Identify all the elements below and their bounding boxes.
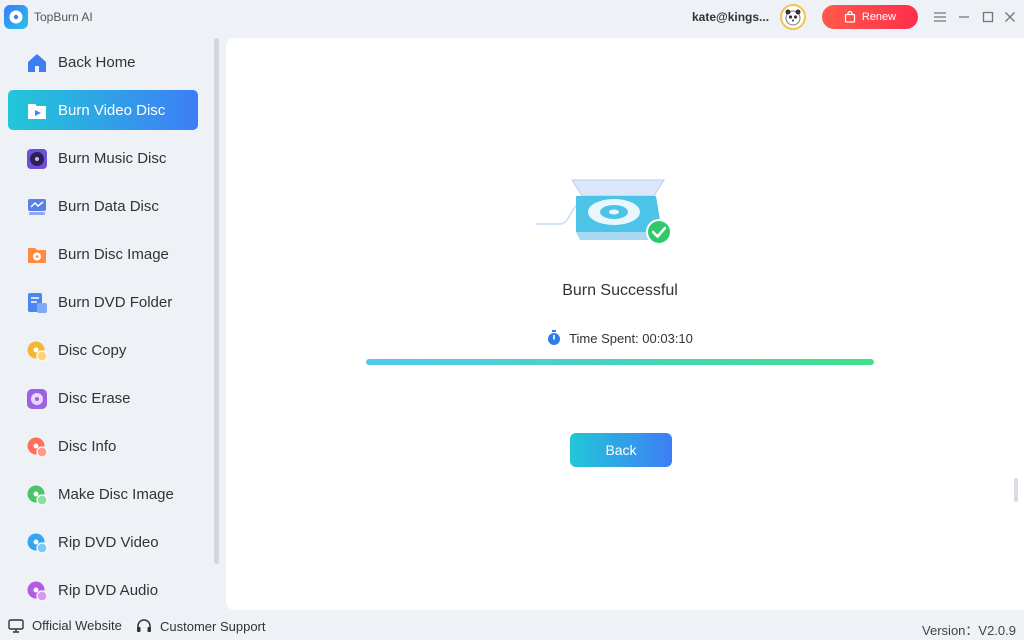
sidebar-item-burn-video-disc[interactable]: Burn Video Disc xyxy=(8,90,198,130)
main-panel: Burn Successful Time Spent: 00:03:10 Bac… xyxy=(226,38,1024,610)
title-bar: TopBurn AI kate@kings... Renew xyxy=(0,0,1024,34)
sidebar-item-label: Back Home xyxy=(58,54,136,71)
app-logo-icon xyxy=(4,5,28,29)
success-check-icon xyxy=(648,221,670,243)
avatar[interactable] xyxy=(780,4,806,30)
user-email[interactable]: kate@kings... xyxy=(692,10,769,24)
official-website-link[interactable]: Official Website xyxy=(8,618,122,633)
music-disc-icon xyxy=(27,149,47,169)
disc-erase-icon xyxy=(27,389,47,409)
stopwatch-icon xyxy=(548,330,561,345)
official-website-label: Official Website xyxy=(32,618,122,633)
sidebar-item-rip-dvd-video[interactable]: Rip DVD Video xyxy=(8,522,198,562)
sidebar-item-make-disc-image[interactable]: Make Disc Image xyxy=(8,474,198,514)
time-spent-row: Time Spent: 00:03:10 xyxy=(226,330,1014,346)
sidebar-scrollbar[interactable] xyxy=(214,38,219,564)
menu-icon[interactable] xyxy=(930,7,950,27)
sidebar-item-label: Burn Video Disc xyxy=(58,102,166,119)
sidebar-item-burn-music-disc[interactable]: Burn Music Disc xyxy=(8,138,198,178)
headset-icon xyxy=(137,619,151,632)
sidebar-item-burn-dvd-folder[interactable]: Burn DVD Folder xyxy=(8,282,198,322)
sidebar-item-burn-disc-image[interactable]: Burn Disc Image xyxy=(8,234,198,274)
time-spent-label: Time Spent: 00:03:10 xyxy=(569,330,693,346)
rip-dvd-video-icon xyxy=(27,533,48,554)
sidebar: Back Home Burn Video Disc Burn Music Dis… xyxy=(0,36,222,610)
make-disc-image-icon xyxy=(27,485,48,506)
dvd-folder-icon xyxy=(28,293,47,313)
monitor-icon xyxy=(8,618,24,633)
back-button[interactable]: Back xyxy=(570,433,672,467)
main-scrollbar[interactable] xyxy=(1014,478,1018,502)
renew-button[interactable]: Renew xyxy=(822,5,918,29)
burn-success-illustration xyxy=(536,179,672,245)
burn-progress-fill xyxy=(366,359,874,365)
sidebar-item-rip-dvd-audio[interactable]: Rip DVD Audio xyxy=(8,570,198,610)
sidebar-item-label: Burn Music Disc xyxy=(58,150,167,167)
maximize-icon[interactable] xyxy=(978,7,998,27)
sidebar-item-label: Disc Info xyxy=(58,438,117,455)
customer-support-label: Customer Support xyxy=(160,618,266,634)
app-title: TopBurn AI xyxy=(34,10,93,24)
sidebar-item-label: Burn Disc Image xyxy=(58,246,169,263)
panda-avatar-icon xyxy=(785,9,801,26)
sidebar-item-disc-copy[interactable]: Disc Copy xyxy=(8,330,198,370)
home-icon xyxy=(28,54,46,72)
video-disc-icon xyxy=(28,104,46,119)
sidebar-item-label: Burn DVD Folder xyxy=(58,294,173,311)
footer: Official Website Customer Support Versio… xyxy=(0,612,1024,640)
sidebar-item-label: Disc Copy xyxy=(58,342,127,359)
disc-image-icon xyxy=(28,248,46,263)
sidebar-item-label: Rip DVD Video xyxy=(58,534,159,551)
burn-status-title: Burn Successful xyxy=(562,282,678,299)
sidebar-item-disc-erase[interactable]: Disc Erase xyxy=(8,378,198,418)
data-disc-icon xyxy=(28,199,46,215)
sidebar-item-label: Make Disc Image xyxy=(58,486,174,503)
burn-progress-bar xyxy=(366,359,874,365)
sidebar-item-disc-info[interactable]: Disc Info xyxy=(8,426,198,466)
disc-copy-icon xyxy=(27,341,48,362)
disc-info-icon xyxy=(27,437,48,458)
sidebar-item-label: Rip DVD Audio xyxy=(58,582,159,599)
rip-dvd-audio-icon xyxy=(27,581,48,602)
version-label: Version：V2.0.9 xyxy=(922,623,1016,638)
shopping-bag-icon xyxy=(844,11,855,23)
sidebar-item-label: Disc Erase xyxy=(58,390,131,407)
renew-label: Renew xyxy=(861,11,897,23)
minimize-icon[interactable] xyxy=(954,7,974,27)
sidebar-item-label: Burn Data Disc xyxy=(58,198,159,215)
sidebar-item-burn-data-disc[interactable]: Burn Data Disc xyxy=(8,186,198,226)
customer-support-link[interactable]: Customer Support xyxy=(136,618,266,634)
close-icon[interactable] xyxy=(1000,7,1020,27)
sidebar-item-back-home[interactable]: Back Home xyxy=(8,42,198,82)
